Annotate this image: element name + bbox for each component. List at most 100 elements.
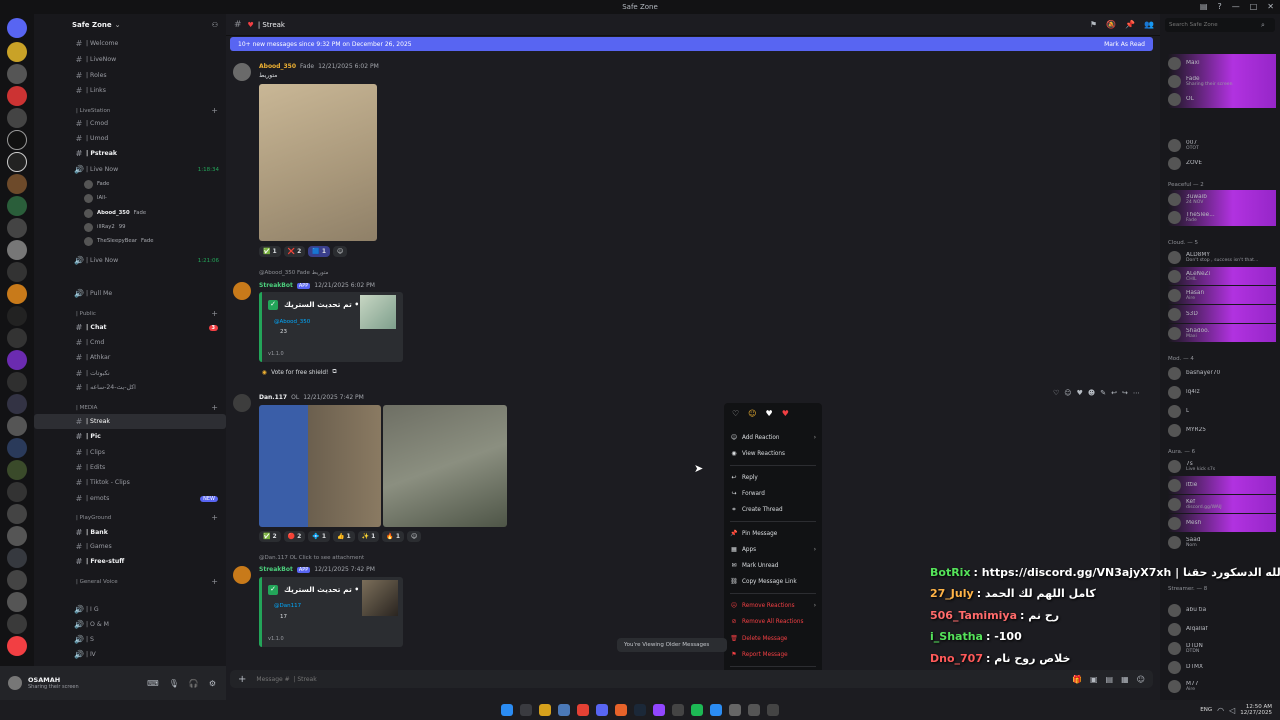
voice-user[interactable]: Fade [34,178,226,190]
threads-icon[interactable]: ⚑ [1090,20,1097,29]
red-heart-icon[interactable]: ♥ [782,409,789,418]
reaction[interactable]: 🟦 1 [308,246,331,257]
server-icon[interactable] [7,196,27,216]
heart-icon[interactable]: ♥ [1077,389,1083,397]
server-icon[interactable] [7,504,27,524]
channel-category[interactable]: #| MEDIA+ [34,400,226,415]
sidebar-item-channel[interactable]: # | Chat 3 [34,320,226,335]
server-icon[interactable] [7,614,27,634]
member-item[interactable]: Kef discord.gg/WAIJ [1168,495,1276,513]
server-icon[interactable] [7,262,27,282]
app-icon[interactable] [615,704,627,716]
server-icon[interactable] [7,108,27,128]
sidebar-item-channel[interactable]: # | Pstreak [34,146,226,161]
member-item[interactable]: Hasan Aire [1168,286,1276,304]
member-item[interactable]: TheSlee... Fade [1168,208,1276,226]
add-attachment-icon[interactable]: + [238,674,246,685]
sidebar-item-channel[interactable]: 🔊 | I G [34,602,226,617]
server-icon[interactable] [7,130,27,150]
menu-item-view-reactions[interactable]: ◉ View Reactions [730,447,816,460]
member-item[interactable]: Mesh [1168,514,1276,532]
white-heart-icon[interactable]: ♥ [766,409,773,418]
menu-item-copy-message-link[interactable]: ⛓ Copy Message Link [730,575,816,588]
heart-reaction-icon[interactable]: ♡ [1053,389,1059,397]
image-attachment[interactable] [259,84,377,241]
sidebar-item-channel[interactable]: # | Tiktok - Clips [34,475,226,490]
sidebar-item-channel[interactable]: # | Games [34,539,226,554]
bell-icon[interactable]: 🔕 [1106,20,1116,29]
mark-as-read-button[interactable]: Mark As Read [1104,41,1145,48]
server-icon[interactable] [7,86,27,106]
image-attachment[interactable] [383,405,507,527]
reaction[interactable]: 🔥 1 [382,531,405,542]
add-reaction-icon[interactable]: ☻ [1088,389,1095,397]
heart-outline-icon[interactable]: ♡ [732,409,739,418]
sidebar-item-channel[interactable]: # | Pic [34,429,226,444]
apps-icon[interactable]: ▦ [1121,675,1129,684]
forward-icon[interactable]: ↪ [1122,389,1128,397]
server-icon[interactable] [7,152,27,172]
sidebar-item-channel[interactable]: # | Welcome [34,36,226,51]
sidebar-item-channel[interactable]: 🔊 | Pull Me [34,286,226,301]
server-icon-home[interactable] [7,18,27,38]
add-reaction-icon[interactable]: ☺ [407,531,422,542]
menu-item-report-message[interactable]: ⚑ Report Message [730,648,816,661]
sidebar-item-channel[interactable]: # | Umod [34,131,226,146]
menu-item-remove-all-reactions[interactable]: ⊘ Remove All Reactions [730,615,816,628]
avatar[interactable] [8,676,22,690]
menu-item-create-thread[interactable]: ⌗ Create Thread [730,503,816,516]
server-icon[interactable] [7,372,27,392]
spotify-icon[interactable] [691,704,703,716]
embed-mention[interactable]: @Dan117 [274,603,301,609]
server-icon[interactable] [7,460,27,480]
menu-item-apps[interactable]: ▦ Apps › [730,543,816,556]
sticker-icon[interactable]: ▤ [1106,675,1114,684]
member-item[interactable]: ALD8MY Don't stop , success isn't that... [1168,248,1276,266]
add-channel-icon[interactable]: + [211,309,218,318]
avatar[interactable] [233,394,251,412]
vote-button[interactable]: ◉ Vote for free shield! ⧉ [262,369,337,376]
server-icon[interactable] [7,438,27,458]
help-icon[interactable]: ? [1217,2,1221,11]
sidebar-item-channel[interactable]: # | LiveNow [34,52,226,67]
chrome-icon[interactable] [577,704,589,716]
server-icon[interactable] [7,394,27,414]
steam-icon[interactable] [634,704,646,716]
older-messages-notice[interactable]: You're Viewing Older Messages [617,638,727,652]
sidebar-item-channel[interactable]: # | Roles [34,68,226,83]
member-item[interactable]: S3D [1168,305,1276,323]
reply-icon[interactable]: ↩ [1111,389,1117,397]
reaction[interactable]: 💠 1 [308,531,331,542]
gift-icon[interactable]: 🎁 [1072,675,1082,684]
menu-item-delete-message[interactable]: 🗑 Delete Message [730,632,816,645]
member-item[interactable]: Shadoo. Maxi [1168,324,1276,342]
sidebar-item-channel[interactable]: # | Athkar [34,350,226,365]
app-icon[interactable] [672,704,684,716]
menu-item-remove-reactions[interactable]: ☹ Remove Reactions › [730,599,816,612]
embed-mention[interactable]: @Abood_350 [274,319,310,325]
menu-item-pin-message[interactable]: 📌 Pin Message [730,527,816,540]
member-item[interactable]: ALeNeZi CHIL [1168,267,1276,285]
server-icon[interactable] [7,350,27,370]
avatar[interactable] [233,63,251,81]
voice-user[interactable]: Abood_350 Fade [34,207,226,219]
server-header[interactable]: Safe Zone ⌄ ⚇ [72,18,222,32]
add-channel-icon[interactable]: + [211,577,218,586]
server-icon[interactable] [7,416,27,436]
app-icon[interactable] [729,704,741,716]
sidebar-item-channel[interactable]: 🔊 | Ⅳ [34,647,226,662]
add-reaction-icon[interactable]: ☺ [333,246,348,257]
author-name[interactable]: StreakBot [259,566,293,573]
sidebar-item-channel[interactable]: # | emots NEW [34,491,226,506]
sidebar-item-channel[interactable]: # | نكبوتات [34,366,226,381]
avatar[interactable] [233,566,251,584]
avatar[interactable] [233,282,251,300]
gif-icon[interactable]: ▣ [1090,675,1098,684]
menu-item-mark-unread[interactable]: ✉ Mark Unread [730,559,816,572]
sidebar-item-channel[interactable]: 🔊 | S [34,632,226,647]
sidebar-item-channel[interactable]: # | Bank [34,525,226,540]
new-messages-banner[interactable]: 10+ new messages since 9:32 PM on Decemb… [230,37,1153,51]
reaction[interactable]: 🔴 2 [283,531,306,542]
sidebar-item-channel[interactable]: # | اكل-بث-24-ساعه [34,380,226,395]
sidebar-item-channel[interactable]: 🔊 | O & M [34,617,226,632]
